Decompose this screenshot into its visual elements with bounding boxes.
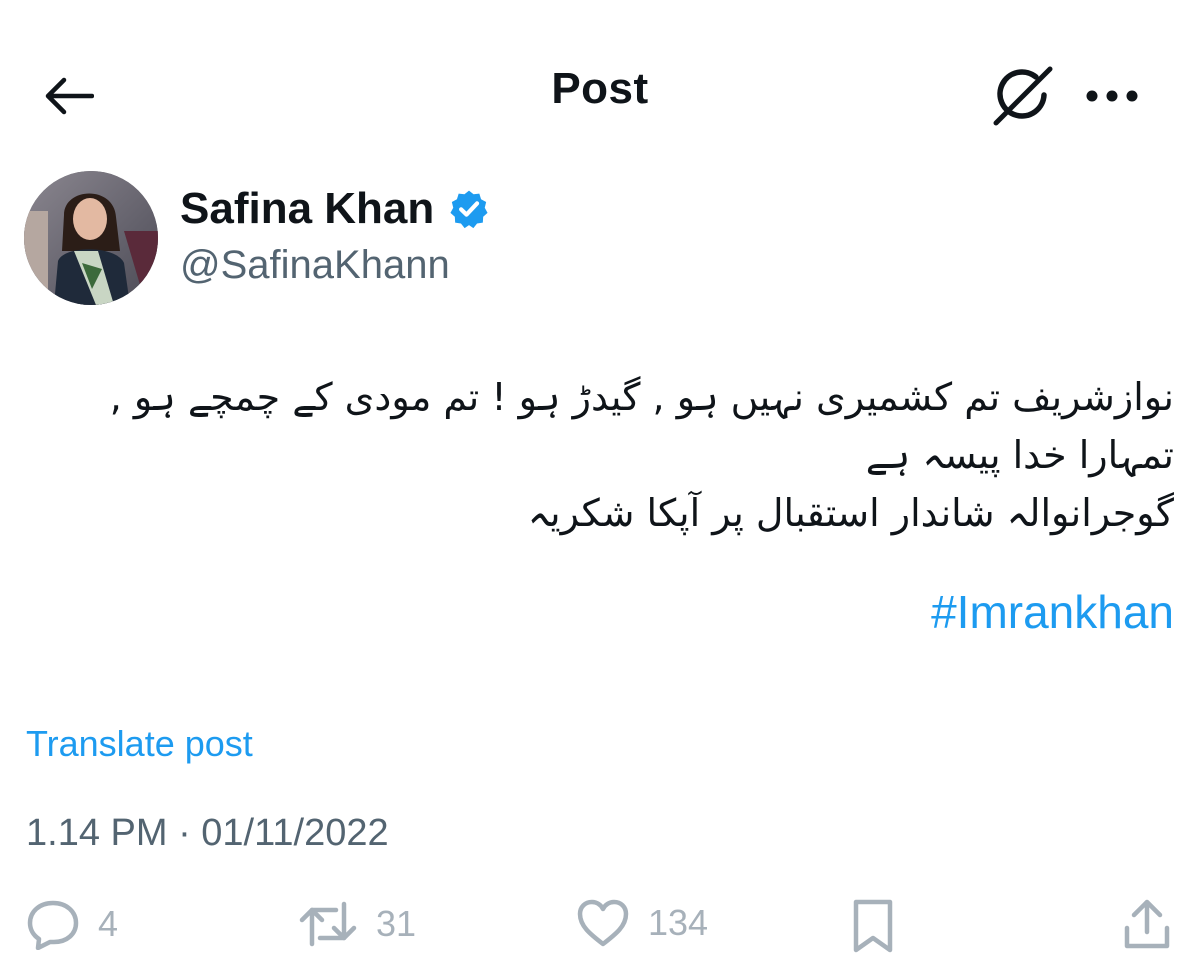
translate-post-link[interactable]: Translate post (26, 723, 253, 765)
repost-count: 31 (376, 903, 417, 944)
profile-photo (24, 171, 158, 305)
post-timestamp[interactable]: 1.14 PM · 01/11/2022 (26, 812, 389, 855)
more-dots-icon (1086, 90, 1138, 102)
repost-button[interactable]: 31 (298, 898, 416, 950)
like-icon (577, 899, 629, 947)
more-options-button[interactable] (1080, 70, 1144, 122)
reply-button[interactable]: 4 (26, 898, 118, 950)
share-icon (1124, 899, 1170, 949)
verified-badge-icon (450, 190, 488, 229)
post-header: Post (0, 50, 1200, 140)
author-handle[interactable]: @SafinaKhann (180, 243, 450, 288)
bookmark-button[interactable] (850, 898, 896, 954)
like-count: 134 (648, 902, 709, 943)
bookmark-icon (853, 899, 893, 953)
author-display-name-row[interactable]: Safina Khan (180, 184, 490, 234)
action-bar: 4 31 134 (0, 898, 1200, 963)
post-text-line: گوجرانوالہ شاندار استقبال پر آپکا شکریہ (527, 491, 1174, 535)
post-text: نوازشریف تم کشمیری نہیں ہو , گیدڑ ہو ! ت… (40, 368, 1174, 542)
avatar[interactable] (24, 171, 158, 305)
reply-icon (27, 900, 79, 950)
like-button[interactable]: 134 (576, 898, 708, 948)
repost-icon (299, 901, 357, 947)
author-display-name: Safina Khan (180, 184, 435, 233)
grok-icon (993, 66, 1053, 126)
reply-count: 4 (98, 903, 119, 944)
share-button[interactable] (1122, 898, 1172, 952)
post-text-line: نوازشریف تم کشمیری نہیں ہو , گیدڑ ہو ! ت… (109, 375, 1174, 477)
grok-button[interactable] (985, 58, 1061, 134)
hashtag-link[interactable]: #Imrankhan (931, 585, 1174, 639)
